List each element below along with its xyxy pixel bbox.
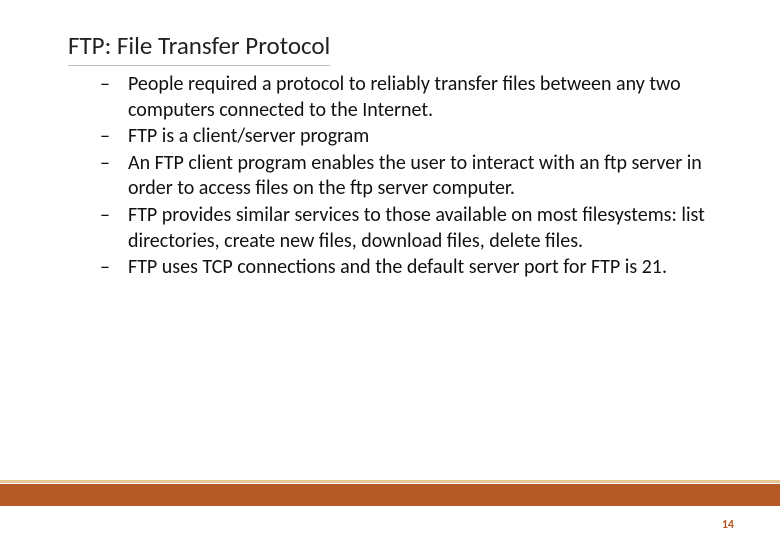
list-item: FTP uses TCP connections and the default… [100,255,730,281]
title-wrap: FTP: File Transfer Protocol [68,30,740,66]
footer-main-stripe [0,484,780,506]
slide: FTP: File Transfer Protocol People requi… [0,0,780,540]
list-item: People required a protocol to reliably t… [100,72,730,123]
list-item: FTP is a client/server program [100,124,730,150]
page-number: 14 [722,518,734,532]
slide-content: People required a protocol to reliably t… [100,72,730,282]
list-item: FTP provides similar services to those a… [100,203,730,254]
slide-title: FTP: File Transfer Protocol [68,30,330,66]
bullet-list: People required a protocol to reliably t… [100,72,730,281]
list-item: An FTP client program enables the user t… [100,151,730,202]
footer-thin-stripe [0,480,780,483]
footer-bar [0,480,780,508]
